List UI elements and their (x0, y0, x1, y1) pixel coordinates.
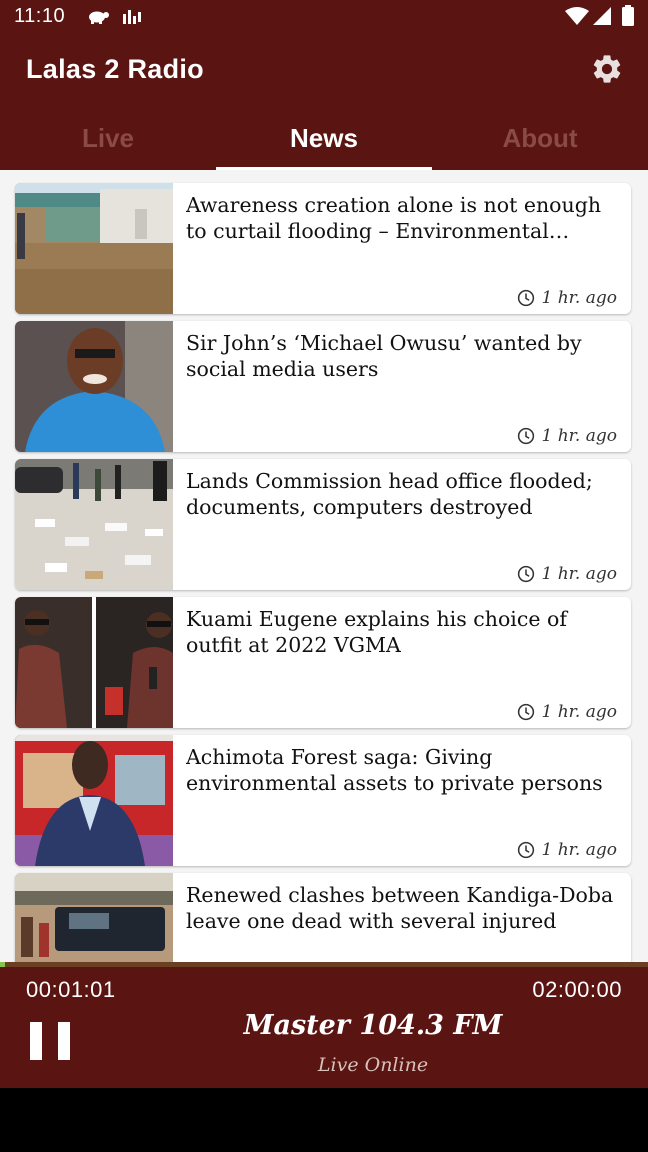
news-card[interactable]: Awareness creation alone is not enough t… (15, 183, 631, 314)
clock-icon (517, 427, 534, 445)
news-time: 1 hr. ago (541, 840, 618, 860)
tab-news[interactable]: News (216, 104, 432, 170)
news-thumbnail (15, 321, 173, 452)
news-headline: Renewed clashes between Kandiga-Doba lea… (186, 883, 614, 933)
turtle-icon (89, 11, 109, 24)
pause-button[interactable] (30, 1022, 72, 1062)
news-card[interactable]: Renewed clashes between Kandiga-Doba lea… (15, 873, 631, 962)
playback-progress-fill (0, 962, 6, 967)
news-feed[interactable]: Awareness creation alone is not enough t… (0, 170, 648, 962)
status-bar: 11:10 (0, 0, 648, 34)
news-thumbnail (15, 873, 173, 962)
news-time: 1 hr. ago (541, 288, 618, 308)
playback-progress-bar[interactable] (0, 962, 648, 967)
news-headline: Sir John’s ‘Michael Owusu’ wanted by soc… (186, 331, 582, 381)
news-card[interactable]: Kuami Eugene explains his choice of outf… (15, 597, 631, 728)
news-thumbnail (15, 597, 173, 728)
clock-icon (517, 565, 534, 583)
news-time: 1 hr. ago (541, 564, 618, 584)
news-timestamp: 1 hr. ago (517, 424, 618, 448)
wifi-icon (565, 7, 589, 25)
station-name: Master 104.3 FM (243, 1010, 503, 1041)
elapsed-time: 00:01:01 (26, 977, 116, 1002)
battery-icon (622, 5, 634, 26)
news-headline: Kuami Eugene explains his choice of outf… (186, 607, 567, 657)
tab-bar: Live News About (0, 104, 648, 170)
news-timestamp: 1 hr. ago (517, 286, 618, 310)
news-thumbnail (15, 735, 173, 866)
clock-icon (517, 289, 534, 307)
tab-about[interactable]: About (432, 104, 648, 170)
app-title: Lalas 2 Radio (26, 54, 204, 84)
station-subtitle: Live Online (317, 1054, 429, 1076)
clock-icon (517, 841, 534, 859)
signal-bars-icon (123, 10, 141, 24)
news-timestamp: 1 hr. ago (517, 838, 618, 862)
news-headline: Achimota Forest saga: Giving environment… (186, 745, 603, 795)
news-time: 1 hr. ago (541, 426, 618, 446)
status-time: 11:10 (14, 5, 66, 27)
news-headline: Awareness creation alone is not enough t… (186, 193, 602, 243)
news-card[interactable]: Lands Commission head office flooded; do… (15, 459, 631, 590)
audio-player: 00:01:01 02:00:00 Master 104.3 FM Live O… (0, 962, 648, 1088)
news-timestamp: 1 hr. ago (517, 562, 618, 586)
app-bar: Lalas 2 Radio (0, 34, 648, 104)
tab-live[interactable]: Live (0, 104, 216, 170)
news-card[interactable]: Sir John’s ‘Michael Owusu’ wanted by soc… (15, 321, 631, 452)
news-timestamp: 1 hr. ago (517, 700, 618, 724)
pause-icon (30, 1022, 42, 1060)
news-card[interactable]: Achimota Forest saga: Giving environment… (15, 735, 631, 866)
clock-icon (517, 703, 534, 721)
news-thumbnail (15, 459, 173, 590)
news-time: 1 hr. ago (541, 702, 618, 722)
news-thumbnail (15, 183, 173, 314)
total-time: 02:00:00 (532, 977, 622, 1002)
cell-signal-icon (593, 7, 611, 25)
news-headline: Lands Commission head office flooded; do… (186, 469, 593, 519)
system-navigation-bar (0, 1088, 648, 1152)
gear-icon[interactable] (590, 52, 624, 86)
